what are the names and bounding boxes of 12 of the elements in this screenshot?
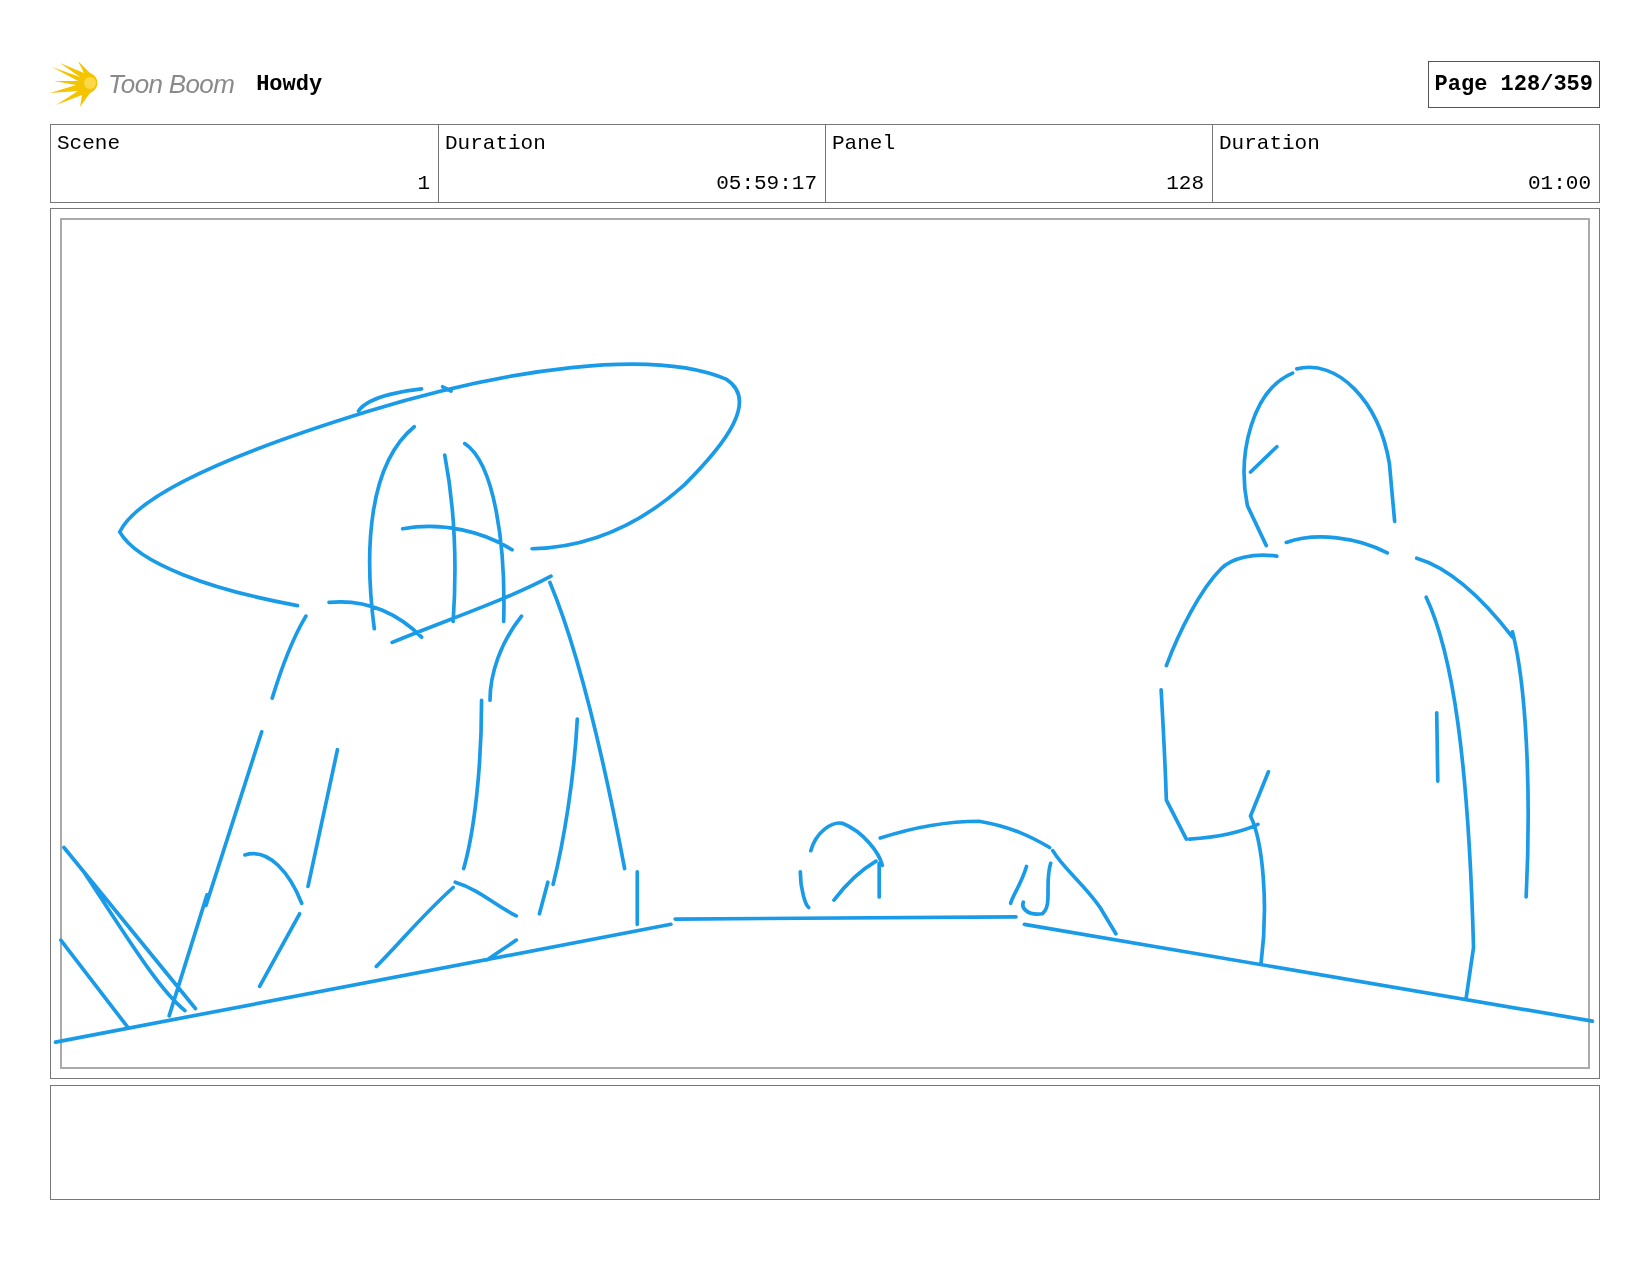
page-number: Page 128/359: [1427, 60, 1600, 108]
column-header: Duration: [1219, 133, 1320, 154]
table-cell-text: 128: [1165, 173, 1204, 194]
table-cell-text: 05:59:17: [715, 173, 817, 194]
project-title: Howdy: [256, 70, 323, 99]
column-header: Scene: [57, 133, 120, 154]
table-cell-text: 1: [416, 173, 430, 194]
table-cell-text: 01:00: [1527, 173, 1591, 194]
column-header: Duration: [445, 133, 546, 154]
starburst-logo-icon: [50, 59, 100, 109]
logo-text: Toon Boom: [108, 67, 235, 101]
column-header: Panel: [832, 133, 895, 154]
